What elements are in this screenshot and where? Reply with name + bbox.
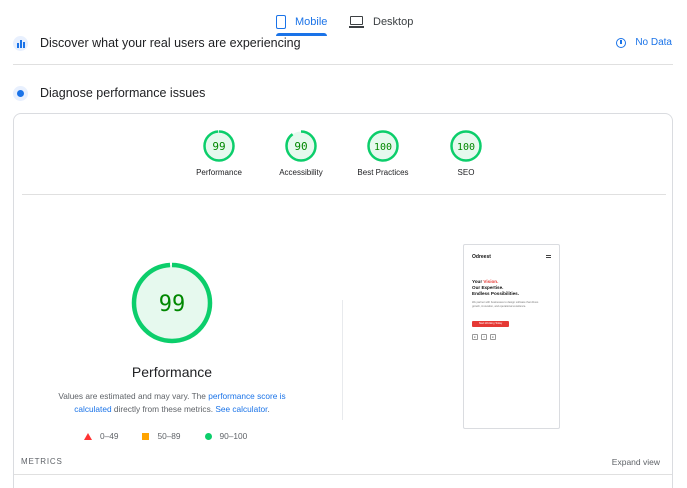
device-tabs: Mobile Desktop <box>0 8 687 36</box>
headline-highlight: Vision. <box>483 279 499 284</box>
lab-data-header: Diagnose performance issues <box>13 84 673 102</box>
no-data-label: No Data <box>635 37 672 48</box>
see-calculator-link[interactable]: See calculator <box>215 404 267 414</box>
desc-text: Values are estimated and may vary. The <box>58 391 209 401</box>
lab-data-icon <box>13 85 28 101</box>
field-data-title: Discover what your real users are experi… <box>40 36 301 50</box>
category-seo[interactable]: 100 SEO <box>416 130 516 177</box>
hamburger-menu-icon <box>546 255 551 258</box>
legend-pass-label: 90–100 <box>219 431 248 441</box>
panel-divider <box>342 300 343 420</box>
legend-average-label: 50–89 <box>157 431 181 441</box>
field-data-header: Discover what your real users are experi… <box>13 34 673 52</box>
desc-text: . <box>267 404 270 414</box>
legend-fail: 0–49 <box>84 431 118 441</box>
no-data-link[interactable]: No Data <box>616 37 672 48</box>
section-divider <box>13 64 673 65</box>
screenshot-headline: Your Vision. Our Expertise. Endless Poss… <box>472 279 552 297</box>
legend-fail-label: 0–49 <box>100 431 119 441</box>
tab-mobile[interactable]: Mobile <box>276 8 327 36</box>
laptop-icon <box>349 16 364 28</box>
metrics-divider <box>14 474 672 475</box>
performance-score: 99 <box>212 140 225 153</box>
lab-data-title: Diagnose performance issues <box>40 86 206 100</box>
screenshot-logo: Odreest <box>472 254 491 260</box>
legend-pass: 90–100 <box>204 431 248 441</box>
performance-description: Values are estimated and may vary. The p… <box>40 390 304 416</box>
headline-text: Endless Possibilities. <box>472 291 519 296</box>
headline-text: Our Expertise. <box>472 285 504 290</box>
performance-main-score: 99 <box>159 292 186 317</box>
tab-desktop[interactable]: Desktop <box>349 8 413 36</box>
legend-average: 50–89 <box>142 431 181 441</box>
expand-view-toggle[interactable]: Expand view <box>612 457 660 467</box>
score-legend: 0–49 50–89 90–100 <box>84 430 271 442</box>
social-icon: f <box>481 334 487 340</box>
tab-mobile-label: Mobile <box>295 16 328 28</box>
info-icon <box>616 37 627 48</box>
screenshot-cta-button: Start Working Today <box>472 321 509 327</box>
social-icon: in <box>472 334 478 340</box>
average-square-icon <box>142 432 150 440</box>
category-label: Accessibility <box>279 168 323 177</box>
seo-gauge: 100 <box>450 130 482 162</box>
headline-text: Your <box>472 279 484 284</box>
category-label: SEO <box>457 168 475 177</box>
scores-divider <box>22 194 666 195</box>
tab-desktop-label: Desktop <box>373 16 414 28</box>
phone-icon <box>276 15 286 29</box>
accessibility-gauge: 90 <box>285 130 317 162</box>
seo-score: 100 <box>457 142 475 153</box>
performance-title: Performance <box>131 364 213 380</box>
best-practices-score: 100 <box>374 142 392 153</box>
pass-circle-icon <box>204 432 212 440</box>
fail-triangle-icon <box>84 432 92 440</box>
final-screenshot[interactable]: Odreest Your Vision. Our Expertise. Endl… <box>463 244 560 429</box>
screenshot-subtext: We partner with businesses to design sof… <box>472 301 539 308</box>
category-label: Best Practices <box>357 168 409 177</box>
accessibility-score: 90 <box>294 140 307 153</box>
performance-gauge: 99 <box>203 130 235 162</box>
category-scores: 99 Performance 90 Accessibility 100 Best… <box>0 130 687 190</box>
best-practices-gauge: 100 <box>367 130 399 162</box>
category-label: Performance <box>196 168 242 177</box>
desc-text: directly from these metrics. <box>111 404 216 414</box>
performance-main-gauge: 99 <box>131 262 213 344</box>
crux-chart-icon <box>13 35 28 51</box>
social-icon: in <box>490 334 496 340</box>
metrics-heading: METRICS <box>21 457 63 466</box>
